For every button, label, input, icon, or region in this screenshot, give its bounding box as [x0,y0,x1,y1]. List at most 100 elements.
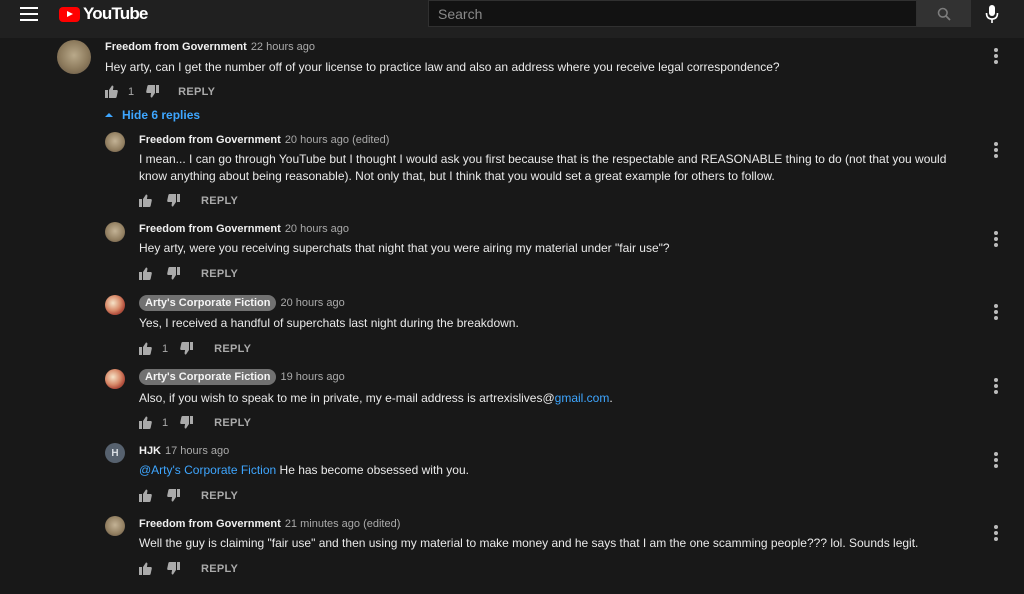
like-count: 1 [162,417,169,429]
email-domain-link[interactable]: gmail.com [555,391,610,405]
like-button[interactable] [139,267,153,281]
reply-author-channel-owner[interactable]: Arty's Corporate Fiction [139,369,277,385]
reply-time[interactable]: 19 hours ago [280,371,344,383]
reply-button[interactable]: REPLY [214,343,251,355]
dislike-button[interactable] [167,194,181,208]
avatar[interactable] [105,222,125,242]
reply-text: Yes, I received a handful of superchats … [139,316,519,330]
like-button[interactable] [139,562,153,576]
reply-text: Hey arty, were you receiving superchats … [139,241,670,255]
avatar[interactable] [57,40,91,74]
avatar[interactable] [105,132,125,152]
thumbs-up-icon [139,194,152,207]
reply-time[interactable]: 20 hours ago [285,223,349,235]
more-options-icon[interactable] [994,378,998,394]
thumbs-up-icon [139,562,152,575]
reply-text: Well the guy is claiming "fair use" and … [139,536,919,550]
hamburger-menu-icon[interactable] [20,7,38,21]
dislike-button[interactable] [146,85,160,99]
youtube-logo[interactable]: YouTube [59,4,148,24]
hide-replies-toggle[interactable]: Hide 6 replies [105,108,200,122]
search-button[interactable] [917,0,971,27]
thumbs-down-icon [146,85,160,98]
thumbs-down-icon [167,489,180,502]
reply-text-main: He has become obsessed with you. [276,463,469,477]
reply-header: Arty's Corporate Fiction 19 hours ago [139,369,345,385]
reply-time[interactable]: 17 hours ago [165,445,229,457]
like-button[interactable] [105,85,119,99]
thumbs-down-icon [167,194,180,207]
reply-text-main: Also, if you wish to speak to me in priv… [139,391,555,405]
reply-time[interactable]: 20 hours ago [280,297,344,309]
reply-actions: REPLY [139,562,238,576]
reply-author[interactable]: HJK [139,445,161,457]
logo-text: YouTube [83,4,148,23]
reply-author[interactable]: Freedom from Government [139,223,281,235]
youtube-play-icon [59,6,80,22]
reply-text: I mean... I can go through YouTube but I… [139,152,947,183]
reply-actions: REPLY [139,194,238,208]
comment-actions: 1 REPLY [105,85,215,99]
like-button[interactable] [139,194,153,208]
more-options-icon[interactable] [994,525,998,541]
reply-actions: 1 REPLY [139,342,251,356]
comment-text: Hey arty, can I get the number off of yo… [105,60,780,74]
like-count: 1 [128,86,135,98]
reply-button[interactable]: REPLY [201,563,238,575]
reply-actions: REPLY [139,267,238,281]
reply-button[interactable]: REPLY [178,86,215,98]
like-count: 1 [162,343,169,355]
top-bar: YouTube [0,0,1024,38]
thumbs-up-icon [139,489,152,502]
thumbs-down-icon [167,562,180,575]
more-options-icon[interactable] [994,304,998,320]
more-options-icon[interactable] [994,231,998,247]
reply-button[interactable]: REPLY [214,417,251,429]
reply-actions: REPLY [139,489,238,503]
mention-link[interactable]: @Arty's Corporate Fiction [139,463,276,477]
dislike-button[interactable] [180,416,194,430]
thumbs-down-icon [167,267,180,280]
avatar[interactable]: H [105,443,125,463]
more-options-icon[interactable] [994,142,998,158]
reply-author[interactable]: Freedom from Government [139,134,281,146]
reply-text: @Arty's Corporate Fiction He has become … [139,462,969,479]
thumbs-up-icon [105,85,118,98]
reply-time[interactable]: 20 hours ago (edited) [285,134,390,146]
reply-time[interactable]: 21 minutes ago (edited) [285,518,401,530]
thumbs-up-icon [139,416,152,429]
comment-author[interactable]: Freedom from Government [105,41,247,53]
reply-header: Freedom from Government 20 hours ago [139,223,349,235]
more-options-icon[interactable] [994,452,998,468]
thumbs-up-icon [139,267,152,280]
caret-up-icon [105,113,113,117]
reply-header: Arty's Corporate Fiction 20 hours ago [139,295,345,311]
like-button[interactable] [139,489,153,503]
search-icon [937,7,951,21]
avatar[interactable] [105,295,125,315]
comment-header: Freedom from Government 22 hours ago [105,41,315,53]
dislike-button[interactable] [167,267,181,281]
reply-button[interactable]: REPLY [201,268,238,280]
comment-time[interactable]: 22 hours ago [251,41,315,53]
reply-text-end: . [609,391,613,405]
hide-replies-label: Hide 6 replies [122,108,201,122]
thumbs-down-icon [180,342,194,355]
like-button[interactable] [139,416,153,430]
reply-button[interactable]: REPLY [201,195,238,207]
dislike-button[interactable] [167,489,181,503]
reply-button[interactable]: REPLY [201,490,238,502]
like-button[interactable] [139,342,153,356]
reply-text: Also, if you wish to speak to me in priv… [139,390,969,407]
dislike-button[interactable] [167,562,181,576]
more-options-icon[interactable] [994,48,998,64]
dislike-button[interactable] [180,342,194,356]
avatar[interactable] [105,516,125,536]
search-box [428,0,917,27]
thumbs-down-icon [180,416,194,429]
avatar[interactable] [105,369,125,389]
search-input[interactable] [429,1,916,26]
reply-author[interactable]: Freedom from Government [139,518,281,530]
voice-search-button[interactable] [980,2,1004,26]
reply-author-channel-owner[interactable]: Arty's Corporate Fiction [139,295,277,311]
